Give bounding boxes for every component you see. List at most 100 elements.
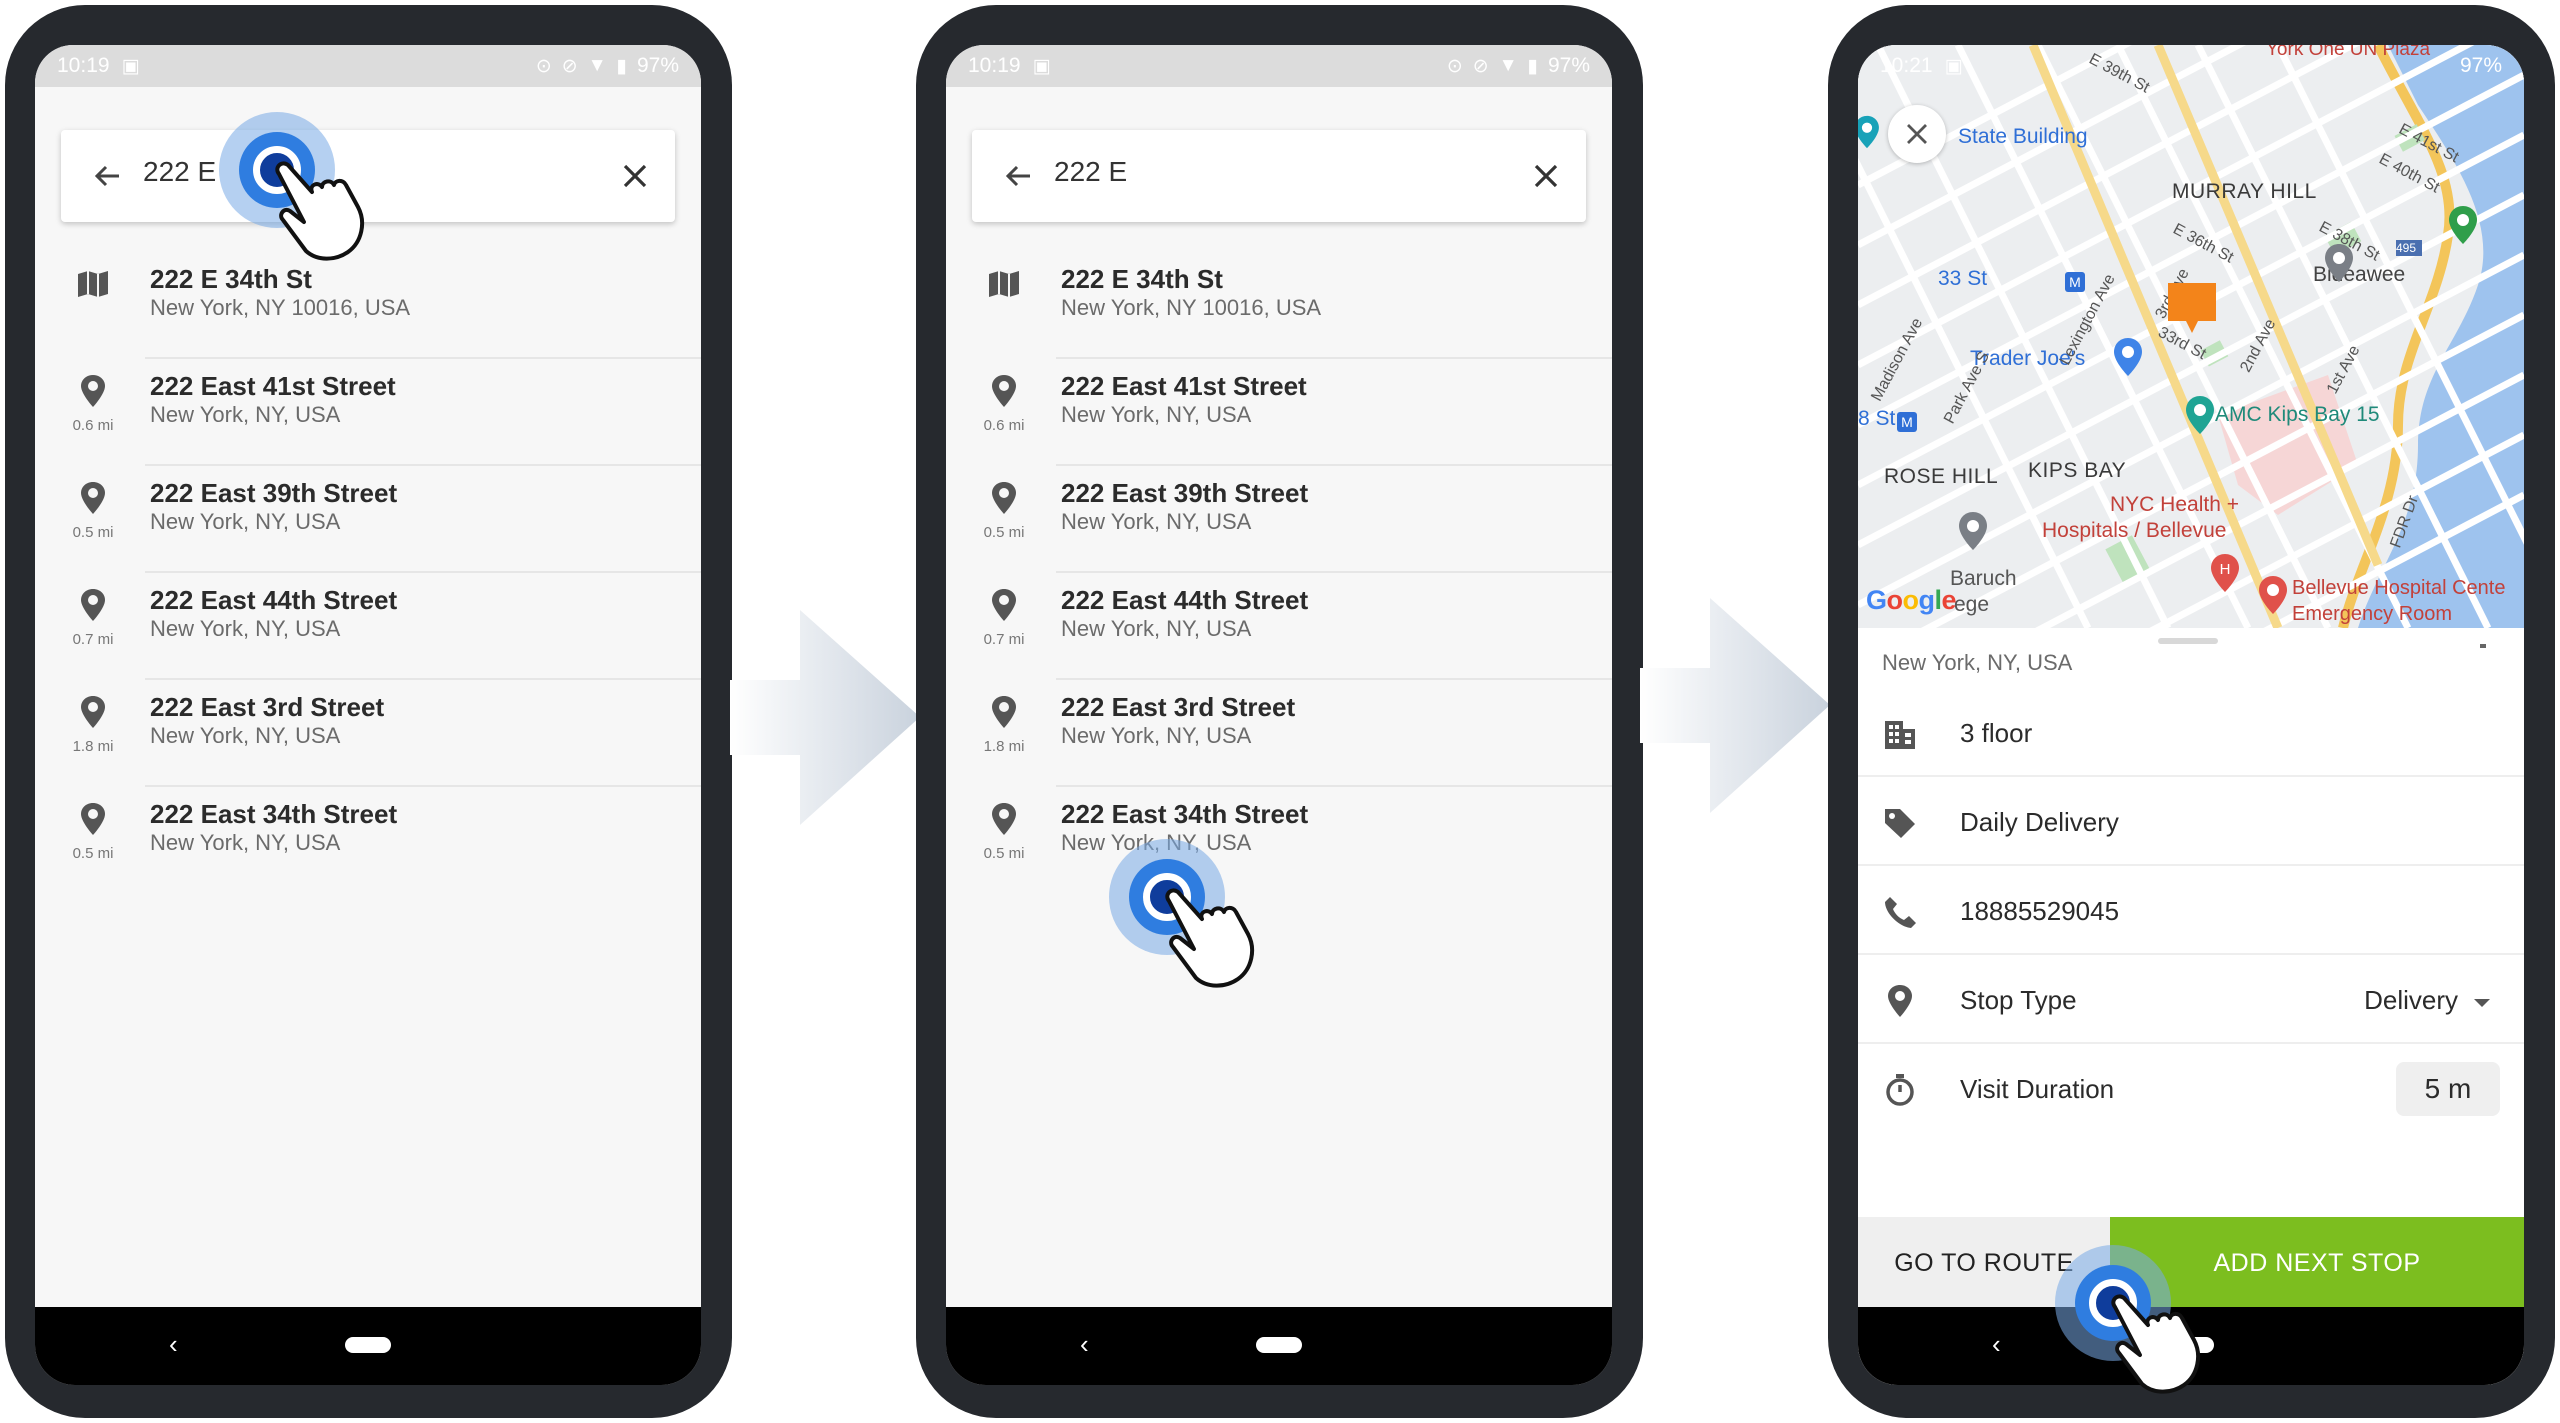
- result-title: 222 East 34th Street: [1061, 799, 1309, 829]
- result-title: 222 East 39th Street: [1061, 478, 1309, 508]
- cinema-marker-icon: [2186, 396, 2214, 434]
- phone-row[interactable]: 18885529045: [1858, 866, 2524, 955]
- phone-icon: [1885, 897, 1916, 928]
- search-screen: 10:19 ▣ ⊙ ⊘ ▼ ▮ 97% 222 E 222 E 34th St …: [946, 45, 1612, 1385]
- landmark-marker-icon: [1858, 115, 1879, 149]
- battery-status-icon: ▮: [616, 55, 627, 77]
- result-subtitle: New York, NY, USA: [1061, 723, 1252, 748]
- tag-row[interactable]: Daily Delivery: [1858, 777, 2524, 866]
- chevron-down-icon[interactable]: [2474, 999, 2490, 1007]
- battery-percent: 97%: [1547, 54, 1590, 77]
- svg-text:M: M: [2069, 274, 2081, 290]
- battery-percent: 97%: [636, 54, 679, 77]
- list-item[interactable]: 0.7 mi 222 East 44th Street New York, NY…: [35, 573, 701, 680]
- duration-row[interactable]: Visit Duration 5 m: [1858, 1044, 2524, 1133]
- list-item[interactable]: 0.5 mi 222 East 34th Street New York, NY…: [35, 787, 701, 894]
- emergency-marker-icon: [2259, 576, 2287, 614]
- result-distance: 0.7 mi: [983, 631, 1025, 648]
- stop-marker-icon[interactable]: [2166, 281, 2218, 337]
- wifi-status-icon: ▼: [1498, 55, 1518, 76]
- result-subtitle: New York, NY, USA: [150, 402, 341, 427]
- search-results-list: 222 E 34th St New York, NY 10016, USA 0.…: [946, 252, 1612, 894]
- location-pin-icon: [81, 375, 105, 407]
- list-item[interactable]: 0.5 mi 222 East 34th Street New York, NY…: [946, 787, 1612, 894]
- svg-text:H: H: [2220, 561, 2231, 578]
- location-pin-icon: [992, 696, 1016, 728]
- status-time: 10:21: [1880, 54, 1933, 77]
- close-icon: [1907, 124, 1927, 144]
- duration-label: Visit Duration: [1960, 1074, 2115, 1104]
- location-pin-icon: [992, 375, 1016, 407]
- image-notification-icon: ▣: [1944, 55, 1963, 77]
- stop-type-select[interactable]: Delivery: [2364, 985, 2458, 1016]
- location-status-icon: ⊙: [1446, 55, 1463, 77]
- subway-icon: M: [2065, 272, 2085, 292]
- location-status-icon: ⊙: [535, 55, 552, 77]
- phone-frame-stop-details: York One UN Plaza State Building MURRAY …: [1828, 5, 2555, 1418]
- list-item[interactable]: 1.8 mi 222 East 3rd Street New York, NY,…: [35, 680, 701, 787]
- tag-icon: [1885, 809, 1915, 838]
- clear-icon[interactable]: [1532, 162, 1560, 190]
- search-results-list: 222 E 34th St New York, NY 10016, USA 0.…: [35, 252, 701, 894]
- search-input[interactable]: 222 E: [1054, 156, 1127, 188]
- mute-status-icon: ⊘: [1472, 55, 1489, 77]
- map-view[interactable]: York One UN Plaza State Building MURRAY …: [1858, 45, 2524, 628]
- result-distance: 0.6 mi: [72, 417, 114, 434]
- list-item[interactable]: 1.8 mi 222 East 3rd Street New York, NY,…: [946, 680, 1612, 787]
- map-label-murray-hill: MURRAY HILL: [2172, 180, 2317, 203]
- hospital-marker-icon: H: [2211, 554, 2239, 592]
- result-subtitle: New York, NY 10016, USA: [150, 295, 411, 320]
- status-bar: 10:19 ▣ ⊙ ⊘ ▼ ▮ 97%: [946, 45, 1612, 87]
- collapse-caret-icon[interactable]: [2480, 644, 2486, 648]
- floor-value: 3 floor: [1960, 718, 2033, 748]
- nav-home-button[interactable]: [345, 1337, 391, 1353]
- map-label-kips-bay: KIPS BAY: [2028, 459, 2127, 482]
- tag-value: Daily Delivery: [1960, 807, 2119, 837]
- list-item[interactable]: 0.7 mi 222 East 44th Street New York, NY…: [946, 573, 1612, 680]
- book-map-icon: [989, 271, 1019, 297]
- building-icon: [1885, 721, 1915, 749]
- school-marker-icon: [1959, 512, 1987, 550]
- back-arrow-icon[interactable]: [91, 160, 123, 192]
- timer-icon: [1886, 1074, 1914, 1106]
- result-distance: 0.5 mi: [72, 845, 114, 862]
- location-pin-icon: [992, 803, 1016, 835]
- duration-input[interactable]: 5 m: [2396, 1062, 2500, 1116]
- map-label-bellevue-hospital: Bellevue Hospital Cente: [2292, 577, 2506, 599]
- nav-back-icon[interactable]: ‹: [169, 1331, 178, 1357]
- nav-back-icon[interactable]: ‹: [1080, 1331, 1089, 1357]
- park-marker-icon: [2449, 206, 2477, 244]
- list-item[interactable]: 222 E 34th St New York, NY 10016, USA: [946, 252, 1612, 359]
- clear-icon[interactable]: [621, 162, 649, 190]
- result-subtitle: New York, NY, USA: [150, 723, 341, 748]
- pointing-hand-icon: [2111, 1294, 2201, 1394]
- drag-handle[interactable]: [2158, 638, 2218, 644]
- result-title: 222 East 3rd Street: [1061, 692, 1296, 722]
- map-label-emergency-room: Emergency Room: [2292, 603, 2453, 625]
- stop-type-row[interactable]: Stop Type Delivery: [1858, 955, 2524, 1044]
- result-title: 222 East 44th Street: [1061, 585, 1309, 615]
- status-time: 10:19: [57, 54, 110, 77]
- list-item[interactable]: 0.6 mi 222 East 41st Street New York, NY…: [35, 359, 701, 466]
- search-input[interactable]: 222 E: [143, 156, 216, 188]
- nav-home-button[interactable]: [1256, 1337, 1302, 1353]
- map-label-28-st: 8 St: [1858, 407, 1896, 430]
- list-item[interactable]: 0.5 mi 222 East 39th Street New York, NY…: [35, 466, 701, 573]
- result-subtitle: New York, NY, USA: [1061, 402, 1252, 427]
- result-title: 222 East 39th Street: [150, 478, 398, 508]
- list-item[interactable]: 0.6 mi 222 East 41st Street New York, NY…: [946, 359, 1612, 466]
- nav-back-icon[interactable]: ‹: [1992, 1331, 2001, 1357]
- result-distance: 0.6 mi: [983, 417, 1025, 434]
- map-label-baruch: Baruch: [1950, 567, 2017, 590]
- result-title: 222 East 41st Street: [150, 371, 396, 401]
- address-search-bar[interactable]: 222 E: [972, 130, 1586, 222]
- map-label-nyc-health: NYC Health +: [2110, 493, 2239, 516]
- result-subtitle: New York, NY, USA: [150, 616, 341, 641]
- floor-row[interactable]: 3 floor: [1858, 688, 2524, 777]
- list-item[interactable]: 0.5 mi 222 East 39th Street New York, NY…: [946, 466, 1612, 573]
- back-arrow-icon[interactable]: [1002, 160, 1034, 192]
- result-subtitle: New York, NY 10016, USA: [1061, 295, 1322, 320]
- result-distance: 0.5 mi: [72, 524, 114, 541]
- result-title: 222 East 3rd Street: [150, 692, 385, 722]
- close-map-button[interactable]: [1888, 105, 1946, 163]
